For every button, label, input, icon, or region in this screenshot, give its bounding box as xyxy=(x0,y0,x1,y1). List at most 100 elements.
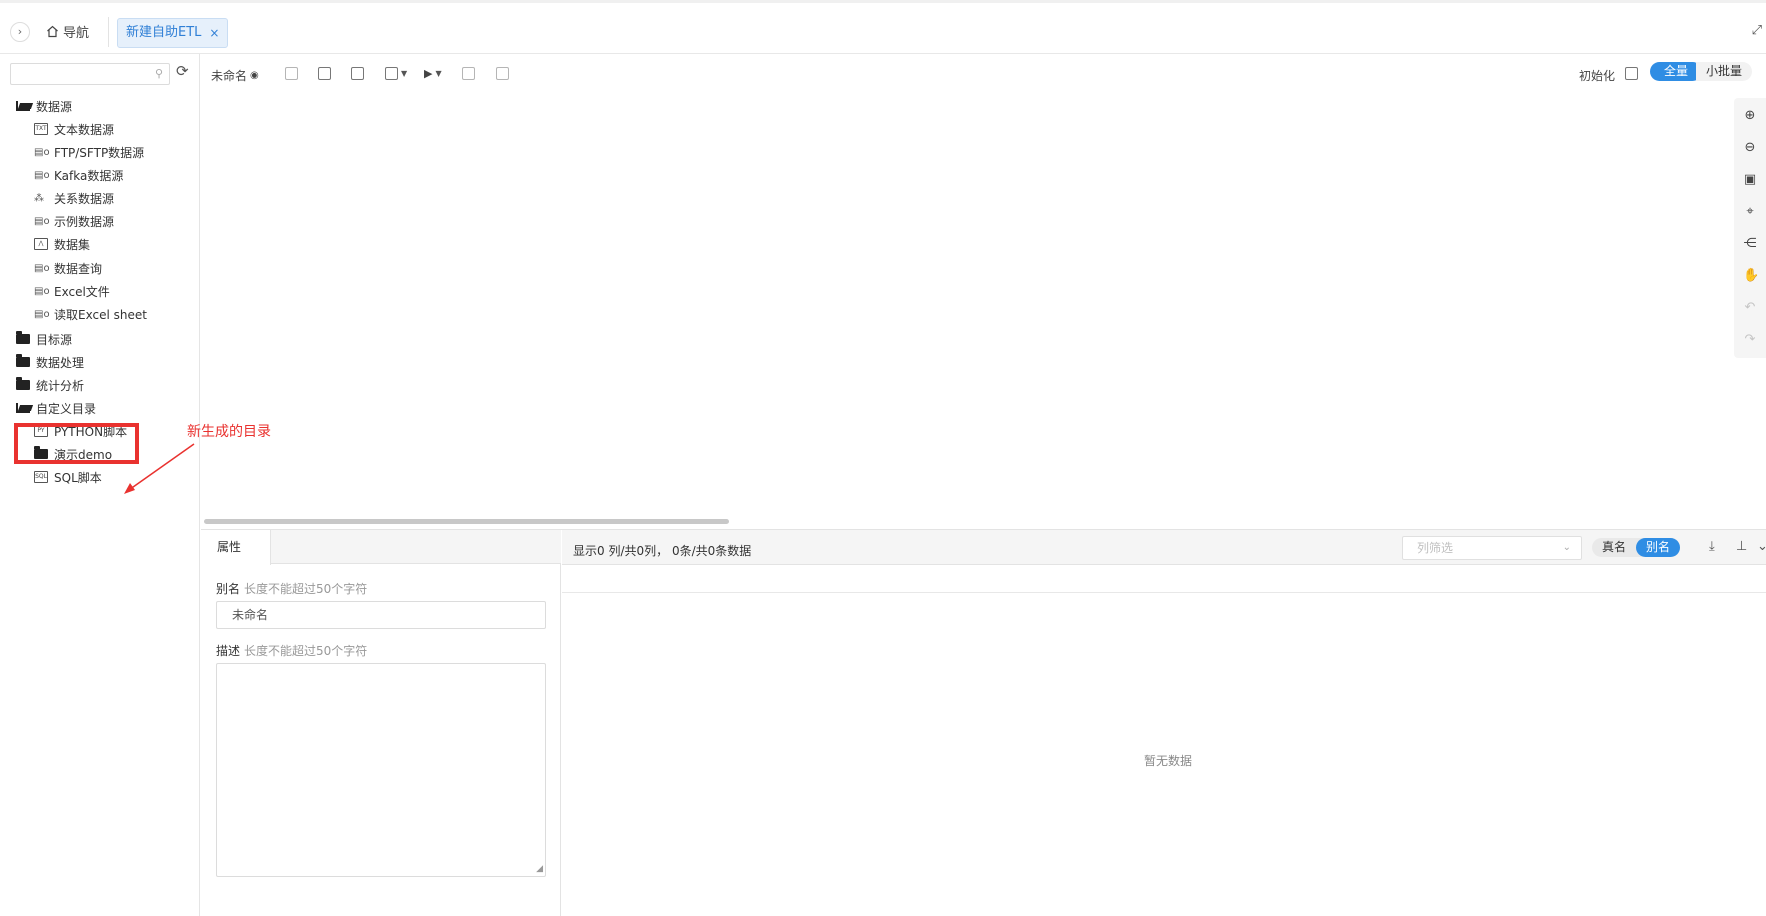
expand-icon[interactable]: ⤢ xyxy=(1752,23,1762,38)
tree-folder-custom[interactable]: 自定义目录 xyxy=(16,398,96,418)
description-textarea[interactable]: ◢ xyxy=(216,663,546,877)
collapse-icon[interactable]: ⌄ xyxy=(1757,539,1766,554)
flow-name[interactable]: 未命名 ◉ xyxy=(211,67,259,84)
play-icon: ▶ xyxy=(424,67,433,80)
tree-item-ftp-datasource[interactable]: ▤o FTP/SFTP数据源 xyxy=(34,142,144,162)
run-menu-button[interactable]: ▶ ▼ xyxy=(424,67,442,80)
tree-item-label: 数据集 xyxy=(54,237,91,252)
search-icon: ⚲ xyxy=(154,67,163,80)
desc-hint: 长度不能超过50个字符 xyxy=(244,644,368,658)
divider xyxy=(108,17,109,47)
properties-tabbar: 属性 xyxy=(201,530,561,565)
search-input[interactable]: ⚲ xyxy=(10,63,170,85)
init-button[interactable]: 初始化 xyxy=(1579,67,1615,84)
layout-tree-icon[interactable]: ⋲ xyxy=(1743,236,1757,251)
help-button[interactable] xyxy=(496,67,509,80)
run-mode-toggle[interactable]: 全量 小批量 xyxy=(1650,62,1753,81)
top-bar: › 导航 新建自助ETL × ⤢ xyxy=(0,0,1766,54)
alias-option[interactable]: 别名 xyxy=(1636,538,1681,557)
alias-input[interactable]: 未命名 xyxy=(216,601,546,629)
alias-hint: 长度不能超过50个字符 xyxy=(244,582,368,596)
zoom-out-icon[interactable]: ⊖ xyxy=(1743,140,1757,155)
tab-properties[interactable]: 属性 xyxy=(201,530,271,565)
tree-item-label: 数据源 xyxy=(36,99,73,114)
data-preview-header: 显示0 列/共0列， 0条/共0条数据 列筛选 ⌄ 真名 别名 ⤓ ⊥ ⌄ xyxy=(562,530,1766,565)
tree-item-data-query[interactable]: ▤o 数据查询 xyxy=(34,258,102,278)
tab-close-icon[interactable]: × xyxy=(209,19,219,47)
tree-folder-datasource[interactable]: 数据源 xyxy=(16,96,72,116)
tab-new-etl[interactable]: 新建自助ETL × xyxy=(117,18,229,48)
data-preview-panel: 显示0 列/共0列， 0条/共0条数据 列筛选 ⌄ 真名 别名 ⤓ ⊥ ⌄ 暂无… xyxy=(562,530,1766,916)
tree-item-kafka-datasource[interactable]: ▤o Kafka数据源 xyxy=(34,165,123,185)
desc-field-label: 描述 长度不能超过50个字符 xyxy=(216,642,367,659)
tree-folder-statistics[interactable]: 统计分析 xyxy=(16,375,84,395)
name-mode-toggle[interactable]: 真名 别名 xyxy=(1592,538,1681,557)
relational-icon: ⁂ xyxy=(34,192,44,204)
chevron-down-icon: ▼ xyxy=(401,69,408,78)
download-icon[interactable]: ⤓ xyxy=(1709,539,1715,554)
zoom-in-icon[interactable]: ⊕ xyxy=(1743,108,1757,123)
tree-item-label: SQL脚本 xyxy=(54,470,102,485)
folder-open-icon xyxy=(16,101,30,111)
nav-label: 导航 xyxy=(63,26,90,41)
monitor-icon xyxy=(385,67,398,80)
data-count-info: 显示0 列/共0列， 0条/共0条数据 xyxy=(573,544,752,558)
tree-folder-processing[interactable]: 数据处理 xyxy=(16,352,84,372)
datasource-icon: ▤o xyxy=(34,169,50,181)
sql-script-icon: SQL xyxy=(34,471,48,483)
hand-icon[interactable]: ✋ xyxy=(1743,268,1759,283)
properties-button[interactable] xyxy=(285,67,298,80)
undo-icon[interactable]: ↶ xyxy=(1743,300,1757,315)
chevron-down-icon: ⌄ xyxy=(1562,542,1571,553)
tab-label: 新建自助ETL xyxy=(126,25,202,40)
column-filter-select[interactable]: 列筛选 ⌄ xyxy=(1402,536,1582,560)
tree-item-excel-file[interactable]: ▤o Excel文件 xyxy=(34,281,110,301)
alias-label: 别名 xyxy=(216,582,241,596)
dataset-icon: ⋀ xyxy=(34,238,48,250)
preview-icon xyxy=(1625,67,1638,80)
folder-icon xyxy=(16,377,30,390)
tree-item-label: 读取Excel sheet xyxy=(54,307,147,322)
mode-small-batch-option[interactable]: 小批量 xyxy=(1696,62,1753,81)
radio-dot-icon: ◉ xyxy=(250,70,259,81)
save-as-button[interactable] xyxy=(351,67,364,80)
real-name-option[interactable]: 真名 xyxy=(1592,538,1636,557)
tree-item-sample-datasource[interactable]: ▤o 示例数据源 xyxy=(34,211,114,231)
locate-icon[interactable]: ⌖ xyxy=(1743,204,1757,219)
tree-folder-target[interactable]: 目标源 xyxy=(16,329,72,349)
tree-item-relational-datasource[interactable]: ⁂ 关系数据源 xyxy=(34,188,114,208)
nav-home-tab[interactable]: 导航 xyxy=(46,22,89,41)
canvas-toolbar: 未命名 ◉ ▼ ▶ ▼ 初始化 xyxy=(201,54,1766,94)
preview-button[interactable] xyxy=(1625,67,1638,80)
save-icon xyxy=(318,67,331,80)
help-icon xyxy=(496,67,509,80)
save-as-icon xyxy=(351,67,364,80)
tree-item-label: Excel文件 xyxy=(54,284,110,299)
doc-icon xyxy=(285,67,298,80)
tree-item-label: 自定义目录 xyxy=(36,401,97,416)
tree-item-dataset[interactable]: ⋀ 数据集 xyxy=(34,234,90,254)
canvas-horizontal-scrollbar[interactable] xyxy=(204,519,729,524)
schedule-button[interactable] xyxy=(462,67,475,80)
canvas-tool-rail: ⊕ ⊖ ▣ ⌖ ⋲ ✋ ↶ ↷ xyxy=(1734,98,1766,358)
annotation-text: 新生成的目录 xyxy=(187,424,271,440)
mode-full-option[interactable]: 全量 xyxy=(1650,62,1703,81)
schedule-icon xyxy=(462,67,475,80)
save-button[interactable] xyxy=(318,67,331,80)
pin-icon[interactable]: ⊥ xyxy=(1736,539,1747,554)
sidebar-toggle-button[interactable]: › xyxy=(10,22,30,42)
redo-icon[interactable]: ↷ xyxy=(1743,332,1757,347)
tree-item-label: 示例数据源 xyxy=(54,214,115,229)
resize-grip-icon[interactable]: ◢ xyxy=(536,864,543,874)
tree-item-label: FTP/SFTP数据源 xyxy=(54,145,145,160)
refresh-icon[interactable]: ⟳ xyxy=(176,62,189,80)
home-icon xyxy=(47,25,58,38)
datasource-icon: ▤o xyxy=(34,215,50,227)
alias-field-label: 别名 长度不能超过50个字符 xyxy=(216,580,367,597)
tree-item-read-excel-sheet[interactable]: ▤o 读取Excel sheet xyxy=(34,304,147,324)
display-menu-button[interactable]: ▼ xyxy=(385,67,407,80)
tree-item-sql-script[interactable]: SQL SQL脚本 xyxy=(34,467,102,487)
tree-item-text-datasource[interactable]: TXT 文本数据源 xyxy=(34,119,114,139)
data-table-header xyxy=(562,565,1766,593)
fit-screen-icon[interactable]: ▣ xyxy=(1743,172,1757,187)
